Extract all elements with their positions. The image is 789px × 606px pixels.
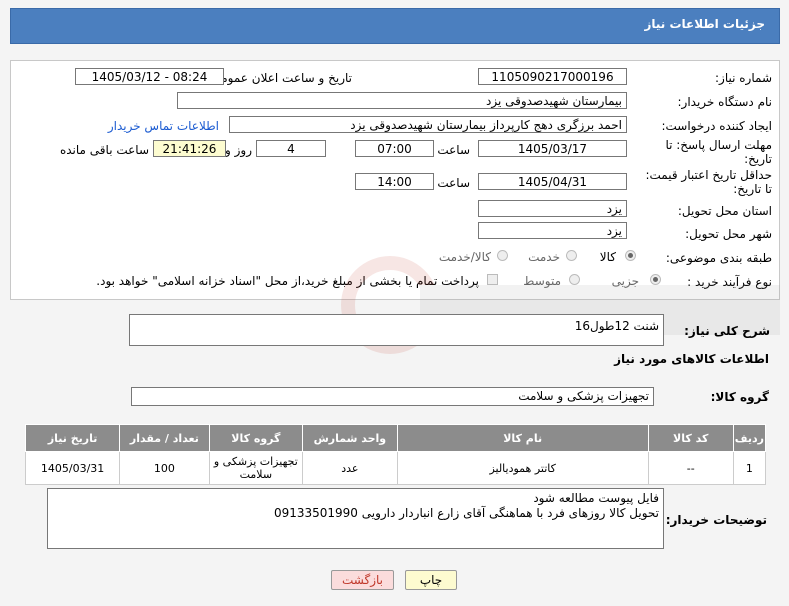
- col-code: کد کالا: [647, 424, 734, 452]
- announce-field: 1405/03/12 - 08:24: [75, 68, 224, 85]
- city-field: یزد: [478, 222, 627, 239]
- category-goods-text: کالا: [599, 250, 616, 264]
- need-number-field: 1105090217000196: [478, 68, 627, 85]
- col-row: ردیف: [732, 424, 767, 452]
- process-minor-radio[interactable]: [650, 274, 661, 285]
- cell-unit: عدد: [302, 451, 398, 485]
- col-name: نام کالا: [396, 424, 649, 452]
- creator-field: احمد برزگری دهج کارپرداز بیمارستان شهیدص…: [229, 116, 627, 133]
- payment-checkbox[interactable]: [487, 274, 498, 285]
- cell-group: تجهیزات پزشکی و سلامت: [208, 451, 304, 485]
- buyer-label: نام دستگاه خریدار:: [677, 95, 773, 109]
- validity-date-field: 1405/04/31: [478, 173, 627, 190]
- description-field[interactable]: شنت 12طول16: [129, 314, 664, 346]
- print-button[interactable]: چاپ: [405, 570, 457, 590]
- page: جزئیات اطلاعات نیاز شماره نیاز: 11050902…: [0, 0, 789, 606]
- cell-date: 1405/03/31: [24, 451, 121, 485]
- buyer-notes-line1: فایل پیوست مطالعه شود: [533, 491, 659, 505]
- back-button[interactable]: بازگشت: [331, 570, 394, 590]
- items-table: ردیف کد کالا نام کالا واحد شمارش گروه کا…: [24, 424, 767, 485]
- deadline-time-field: 07:00: [355, 140, 434, 157]
- days-label: روز و: [225, 143, 252, 157]
- contact-buyer-link[interactable]: اطلاعات تماس خریدار: [108, 119, 219, 133]
- cell-row: 1: [732, 451, 767, 485]
- col-date: تاریخ نیاز: [24, 424, 121, 452]
- deadline-label-1: مهلت ارسال پاسخ: تا: [665, 138, 772, 152]
- buyer-notes-label: توضیحات خریدار:: [665, 513, 767, 527]
- need-number-label: شماره نیاز:: [715, 71, 772, 85]
- province-field: یزد: [478, 200, 627, 217]
- category-goods-radio[interactable]: [625, 250, 636, 261]
- buyer-notes-field[interactable]: فایل پیوست مطالعه شود تحویل کالا روزهای …: [47, 488, 664, 549]
- deadline-label-2: تاریخ:: [744, 152, 772, 166]
- buyer-notes-line2: تحویل کالا روزهای فرد با هماهنگی آقای زا…: [273, 506, 659, 520]
- page-title: جزئیات اطلاعات نیاز: [644, 17, 765, 31]
- process-label: نوع فرآیند خرید :: [687, 275, 772, 289]
- cell-name: کاتتر همودیالیز: [396, 451, 649, 485]
- category-service-text: خدمت: [528, 250, 560, 264]
- table-header-row: ردیف کد کالا نام کالا واحد شمارش گروه کا…: [24, 424, 767, 452]
- goods-group-label: گروه کالا:: [710, 390, 769, 404]
- province-label: استان محل تحویل:: [677, 204, 772, 218]
- validity-time-label: ساعت: [437, 176, 470, 190]
- description-text: شنت 12طول16: [574, 319, 659, 333]
- description-label: شرح کلی نیاز:: [684, 324, 770, 338]
- category-service-radio[interactable]: [566, 250, 577, 261]
- validity-label-1: حداقل تاریخ اعتبار قیمت:: [645, 168, 772, 182]
- process-medium-radio[interactable]: [569, 274, 580, 285]
- table-row: 1 -- کاتتر همودیالیز عدد تجهیزات پزشکی و…: [24, 451, 767, 485]
- creator-label: ایجاد کننده درخواست:: [661, 119, 772, 133]
- cell-qty: 100: [119, 451, 210, 485]
- validity-time-field: 14:00: [355, 173, 434, 190]
- col-qty: تعداد / مقدار: [119, 424, 210, 452]
- announce-label: تاریخ و ساعت اعلان عمومی:: [207, 71, 352, 85]
- category-goods-service-text: کالا/خدمت: [438, 250, 491, 264]
- col-group: گروه کالا: [208, 424, 304, 452]
- payment-note: پرداخت تمام یا بخشی از مبلغ خرید،از محل …: [96, 274, 479, 288]
- remaining-label: ساعت باقی مانده: [59, 143, 149, 157]
- city-label: شهر محل تحویل:: [685, 227, 772, 241]
- process-medium-text: متوسط: [523, 274, 561, 288]
- deadline-time-label: ساعت: [437, 143, 470, 157]
- process-minor-text: جزیی: [611, 274, 639, 288]
- deadline-date-field: 1405/03/17: [478, 140, 627, 157]
- validity-label-2: تا تاریخ:: [733, 182, 772, 196]
- days-field: 4: [256, 140, 326, 157]
- cell-code: --: [647, 451, 734, 485]
- goods-group-field: تجهیزات پزشکی و سلامت: [131, 387, 654, 406]
- buyer-field: بیمارستان شهیدصدوقی یزد: [177, 92, 627, 109]
- category-label: طبقه بندی موضوعی:: [665, 251, 772, 265]
- goods-section-title: اطلاعات کالاهای مورد نیاز: [614, 352, 769, 366]
- category-goods-service-radio[interactable]: [497, 250, 508, 261]
- col-unit: واحد شمارش: [302, 424, 398, 452]
- header-bar: جزئیات اطلاعات نیاز: [10, 8, 780, 44]
- remaining-time-field: 21:41:26: [153, 140, 226, 157]
